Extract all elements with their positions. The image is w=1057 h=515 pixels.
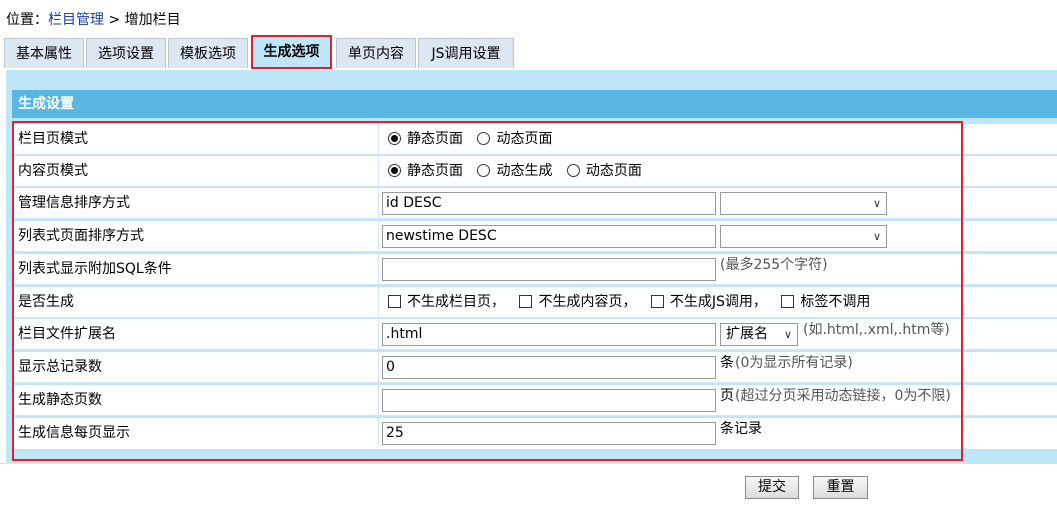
reset-button[interactable]: 重置 [813, 476, 868, 499]
highlight-frame [12, 121, 963, 461]
tab-single-page[interactable]: 单页内容 [336, 38, 416, 68]
tab-template[interactable]: 模板选项 [168, 38, 248, 68]
section-title: 生成设置 [12, 90, 1057, 118]
divider [0, 463, 1057, 464]
tab-js-call[interactable]: JS调用设置 [418, 38, 514, 68]
breadcrumb-separator: > [104, 12, 125, 28]
tab-generate[interactable]: 生成选项 [251, 35, 332, 69]
breadcrumb-current: 增加栏目 [124, 12, 181, 28]
submit-button[interactable]: 提交 [745, 476, 799, 499]
breadcrumb-prefix: 位置： [6, 12, 48, 28]
tab-basic[interactable]: 基本属性 [4, 38, 84, 68]
tab-bar: 基本属性 选项设置 模板选项 生成选项 单页内容 JS调用设置 [0, 35, 1057, 70]
breadcrumb: 位置：栏目管理 > 增加栏目 [6, 9, 181, 29]
breadcrumb-link-column-manage[interactable]: 栏目管理 [48, 12, 104, 28]
tab-options[interactable]: 选项设置 [86, 38, 166, 68]
